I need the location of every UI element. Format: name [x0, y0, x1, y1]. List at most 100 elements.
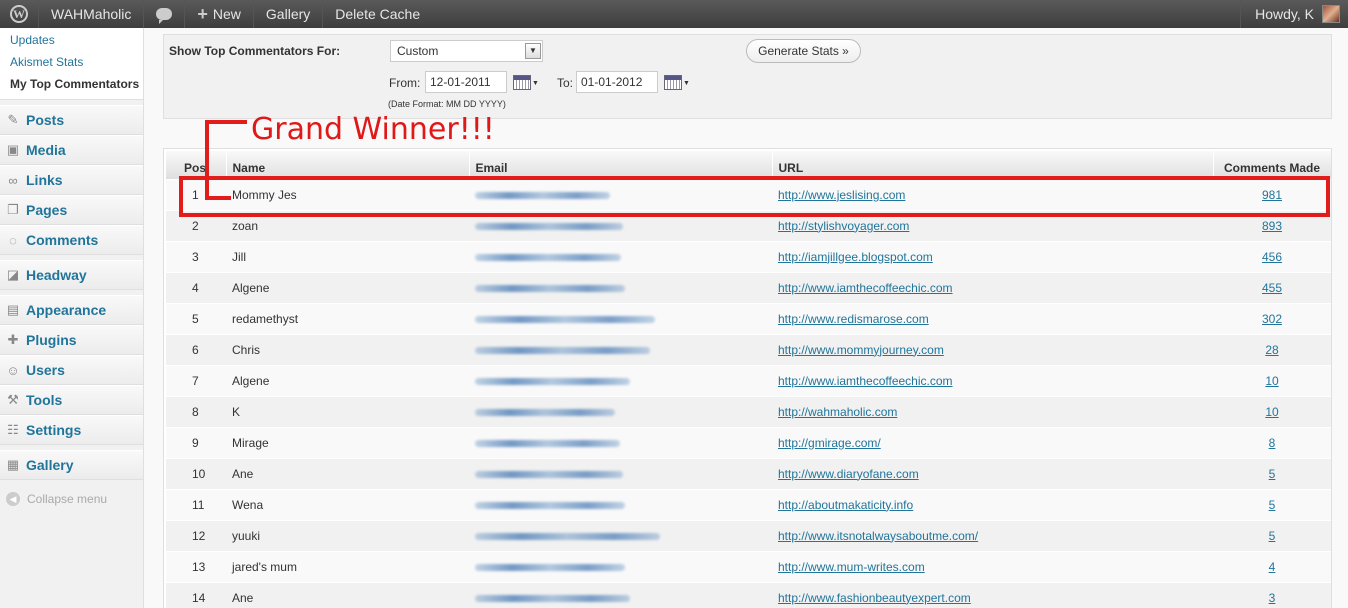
- comments-menu[interactable]: [144, 0, 186, 28]
- commentator-url-link[interactable]: http://www.fashionbeautyexpert.com: [778, 591, 971, 605]
- cell-comments: 8: [1213, 426, 1331, 458]
- link-icon: ∞: [8, 172, 18, 188]
- sidebar-item-gallery[interactable]: ▦ Gallery: [0, 450, 143, 480]
- sidebar-item-label: Users: [26, 362, 65, 378]
- commentator-url-link[interactable]: http://www.iamthecoffeechic.com: [778, 374, 953, 388]
- commentator-url-link[interactable]: http://aboutmakaticity.info: [778, 498, 913, 512]
- sidebar-item-links[interactable]: ∞ Links: [0, 165, 143, 195]
- commentator-url-link[interactable]: http://iamjillgee.blogspot.com: [778, 250, 933, 264]
- submenu-item-my-top-commentators[interactable]: My Top Commentators: [0, 73, 143, 95]
- sidebar-item-label: Appearance: [26, 302, 107, 318]
- table-row: 7 Algene http://www.iamthecoffeechic.com 10: [166, 364, 1331, 396]
- commentator-url-link[interactable]: http://www.diaryofane.com: [778, 467, 919, 481]
- cell-url: http://www.fashionbeautyexpert.com: [772, 581, 1213, 608]
- to-calendar-button[interactable]: ▼: [664, 75, 692, 91]
- column-header-name: Name: [226, 151, 470, 179]
- commentator-url-link[interactable]: http://gmirage.com/: [778, 436, 881, 450]
- admin-bar: W WAHMaholic + New Gallery Delete Cache …: [0, 0, 1348, 28]
- cell-comments: 5: [1213, 488, 1331, 520]
- wordpress-menu[interactable]: W: [0, 0, 39, 28]
- new-label: New: [212, 6, 241, 22]
- redacted-email: [475, 408, 615, 416]
- sidebar-item-headway[interactable]: ◪ Headway: [0, 260, 143, 290]
- comments-count-link[interactable]: 4: [1269, 560, 1276, 574]
- comments-count-link[interactable]: 10: [1265, 405, 1278, 419]
- plus-icon: +: [197, 4, 208, 24]
- commentator-url-link[interactable]: http://www.redismarose.com: [778, 312, 929, 326]
- generate-stats-button[interactable]: Generate Stats »: [746, 39, 861, 63]
- cell-url: http://gmirage.com/: [772, 426, 1213, 458]
- sidebar-item-users[interactable]: ☺ Users: [0, 355, 143, 385]
- redacted-email: [475, 470, 623, 478]
- delete-cache-menu[interactable]: Delete Cache: [323, 0, 432, 28]
- site-name-link[interactable]: WAHMaholic: [39, 0, 145, 28]
- admin-menu: ✎ Posts ▣ Media ∞ Links ❐ Pages ◌ Comments ◪ Headwa…: [0, 100, 143, 480]
- chevron-down-icon: ▼: [532, 79, 539, 87]
- redacted-email: [475, 377, 630, 385]
- cell-name: Jill: [226, 240, 469, 272]
- user-account-menu[interactable]: Howdy, K: [1240, 0, 1348, 28]
- sidebar-item-label: Posts: [26, 112, 65, 128]
- table-row: 10 Ane http://www.diaryofane.com 5: [166, 457, 1331, 489]
- cell-pos: 7: [166, 364, 226, 396]
- gallery-menu[interactable]: Gallery: [254, 0, 324, 28]
- top-commentators-table-wrap: Pos Name Email URL Comments Made 1 Mommy …: [163, 148, 1332, 608]
- cell-pos: 4: [166, 271, 226, 303]
- avatar: [1322, 5, 1340, 23]
- sidebar-item-comments[interactable]: ◌ Comments: [0, 225, 143, 255]
- comments-count-link[interactable]: 5: [1269, 467, 1276, 481]
- comments-count-link[interactable]: 5: [1269, 498, 1276, 512]
- submenu-item-updates[interactable]: Updates: [0, 29, 143, 51]
- commentator-url-link[interactable]: http://wahmaholic.com: [778, 405, 897, 419]
- headway-icon: ◪: [6, 267, 20, 282]
- pushpin-icon: ✎: [7, 112, 19, 127]
- comments-count-link[interactable]: 456: [1262, 250, 1282, 264]
- to-label: To:: [557, 76, 574, 90]
- commentator-url-link[interactable]: http://www.iamthecoffeechic.com: [778, 281, 953, 295]
- from-label: From:: [389, 76, 421, 90]
- commentator-url-link[interactable]: http://www.mommyjourney.com: [778, 343, 944, 357]
- sidebar-item-plugins[interactable]: ✚ Plugins: [0, 325, 143, 355]
- cell-email: [469, 519, 772, 551]
- table-row: 14 Ane http://www.fashionbeautyexpert.com 3: [166, 581, 1331, 608]
- sidebar-item-appearance[interactable]: ▤ Appearance: [0, 295, 143, 325]
- comments-count-link[interactable]: 455: [1262, 281, 1282, 295]
- period-select-value: Custom: [397, 44, 439, 58]
- sidebar-item-pages[interactable]: ❐ Pages: [0, 195, 143, 225]
- plugin-icon: ✚: [7, 332, 19, 347]
- commentator-url-link[interactable]: http://www.mum-writes.com: [778, 560, 925, 574]
- submenu-item-akismet-stats[interactable]: Akismet Stats: [0, 51, 143, 73]
- table-row: 12 yuuki http://www.itsnotalwaysaboutme.co…: [166, 519, 1331, 551]
- cell-email: [469, 581, 772, 608]
- new-content-menu[interactable]: + New: [185, 0, 254, 28]
- comments-count-link[interactable]: 28: [1265, 343, 1278, 357]
- table-row: 4 Algene http://www.iamthecoffeechic.com 45…: [166, 271, 1331, 303]
- users-icon: ☺: [6, 362, 20, 378]
- sidebar-item-tools[interactable]: ⚒ Tools: [0, 385, 143, 415]
- commentator-url-link[interactable]: http://stylishvoyager.com: [778, 219, 909, 233]
- sidebar-item-label: Headway: [26, 267, 87, 283]
- to-date-input[interactable]: 01-01-2012: [576, 71, 658, 93]
- from-date-input[interactable]: 12-01-2011: [425, 71, 507, 93]
- comments-count-link[interactable]: 10: [1265, 374, 1278, 388]
- comments-count-link[interactable]: 5: [1269, 529, 1276, 543]
- comments-count-link[interactable]: 8: [1269, 436, 1276, 450]
- sidebar-item-label: Media: [26, 142, 66, 158]
- sidebar-item-settings[interactable]: ☷ Settings: [0, 415, 143, 445]
- cell-comments: 3: [1213, 581, 1331, 608]
- from-calendar-button[interactable]: ▼: [513, 75, 541, 91]
- comments-count-link[interactable]: 893: [1262, 219, 1282, 233]
- cell-comments: 5: [1213, 457, 1331, 489]
- table-row: 8 Khttp://wahmaholic.com 10: [166, 395, 1331, 427]
- commentator-url-link[interactable]: http://www.itsnotalwaysaboutme.com/: [778, 529, 978, 543]
- sidebar-item-posts[interactable]: ✎ Posts: [0, 105, 143, 135]
- cell-name: Wena: [226, 488, 469, 520]
- sidebar-item-media[interactable]: ▣ Media: [0, 135, 143, 165]
- period-select[interactable]: Custom ▼: [390, 40, 543, 62]
- cell-email: [469, 333, 772, 365]
- cell-name: yuuki: [226, 519, 469, 551]
- cell-url: http://www.redismarose.com: [772, 302, 1213, 334]
- comments-count-link[interactable]: 302: [1262, 312, 1282, 326]
- comments-count-link[interactable]: 3: [1269, 591, 1276, 605]
- collapse-menu-button[interactable]: ◀ Collapse menu: [0, 484, 143, 514]
